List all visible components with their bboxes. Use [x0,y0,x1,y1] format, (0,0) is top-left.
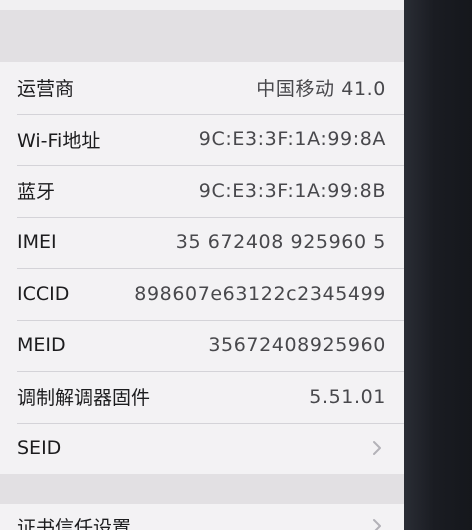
info-group: 运营商 中国移动 41.0 Wi-Fi地址 9C:E3:3F:1A:99:8A … [0,62,404,474]
carrier-label: 运营商 [17,78,75,101]
certificate-trust-label: 证书信任设置 [17,516,132,530]
wifi-address-value: 9C:E3:3F:1A:99:8A [198,128,386,151]
meid-row: MEID 35672408925960 [0,319,404,372]
bluetooth-row: 蓝牙 9C:E3:3F:1A:99:8B [0,165,404,217]
certificate-group: 证书信任设置 [0,504,404,530]
chevron-right-icon [368,517,386,530]
iccid-value: 898607e63122c2345499 [134,282,386,305]
imei-row: IMEI 35 672408 925960 5 [0,216,404,269]
chevron-right-icon [368,439,386,457]
section-separator-2 [0,474,404,504]
bluetooth-label: 蓝牙 [17,181,56,204]
carrier-value: 中国移动 41.0 [256,78,386,101]
modem-firmware-row: 调制解调器固件 5.51.01 [0,371,404,423]
seid-row[interactable]: SEID [0,422,404,475]
meid-label: MEID [17,334,66,357]
bluetooth-value: 9C:E3:3F:1A:99:8B [198,179,386,202]
carrier-row: 运营商 中国移动 41.0 [0,62,404,114]
section-separator [0,10,404,62]
imei-label: IMEI [17,231,57,254]
modem-firmware-value: 5.51.01 [309,385,386,408]
iccid-label: ICCID [17,282,70,305]
modem-firmware-label: 调制解调器固件 [17,387,151,410]
wifi-address-row: Wi-Fi地址 9C:E3:3F:1A:99:8A [0,113,404,166]
previous-row-fragment [0,0,404,10]
seid-label: SEID [17,437,62,460]
settings-about-screen: 运营商 中国移动 41.0 Wi-Fi地址 9C:E3:3F:1A:99:8A … [0,0,404,530]
certificate-trust-row[interactable]: 证书信任设置 [0,504,404,530]
iccid-row: ICCID 898607e63122c2345499 [0,268,404,320]
meid-value: 35672408925960 [208,334,386,357]
wifi-address-label: Wi-Fi地址 [17,129,101,152]
imei-value: 35 672408 925960 5 [175,231,386,254]
device-bezel [404,0,472,530]
